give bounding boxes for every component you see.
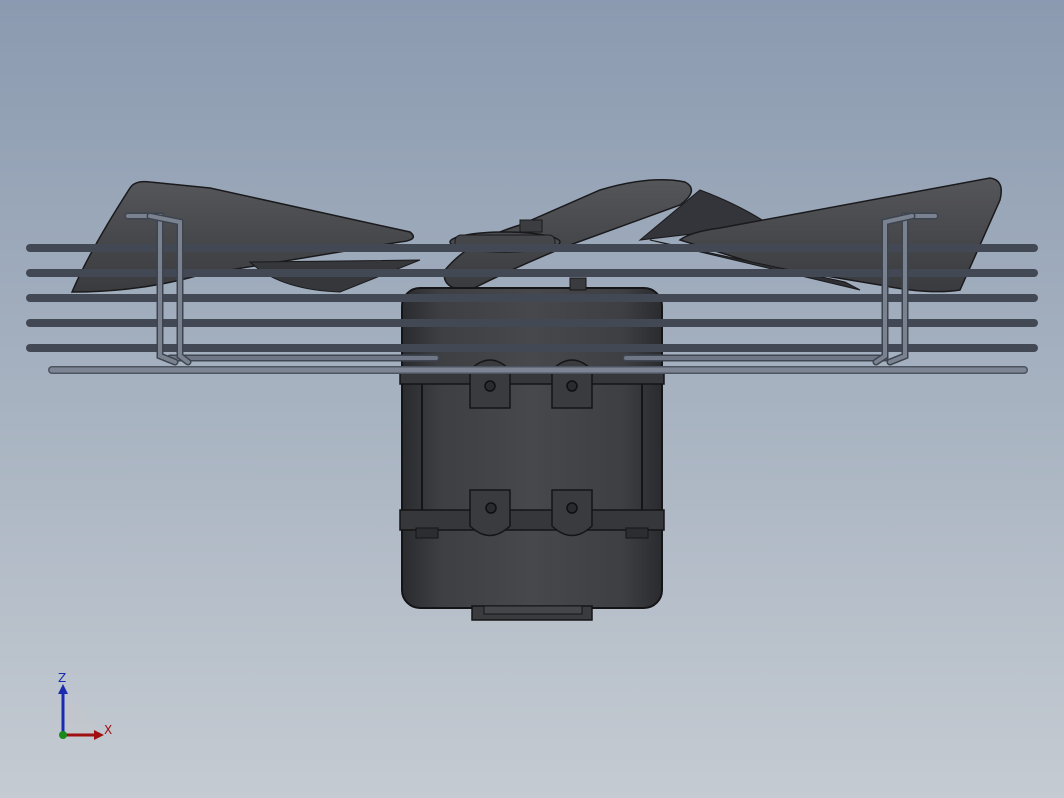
y-axis-dot-icon — [59, 731, 67, 739]
x-axis-arrowhead-icon — [94, 730, 104, 740]
motor-body — [399, 277, 665, 621]
graphics-viewport[interactable]: Z X — [0, 0, 1064, 798]
x-axis-label: X — [104, 723, 112, 737]
z-axis-label: Z — [58, 671, 66, 685]
fan-motor-model[interactable] — [0, 0, 1064, 798]
z-axis-arrowhead-icon — [58, 684, 68, 694]
orientation-triad[interactable]: Z X — [40, 670, 130, 760]
triad-plane-fill — [63, 702, 96, 735]
